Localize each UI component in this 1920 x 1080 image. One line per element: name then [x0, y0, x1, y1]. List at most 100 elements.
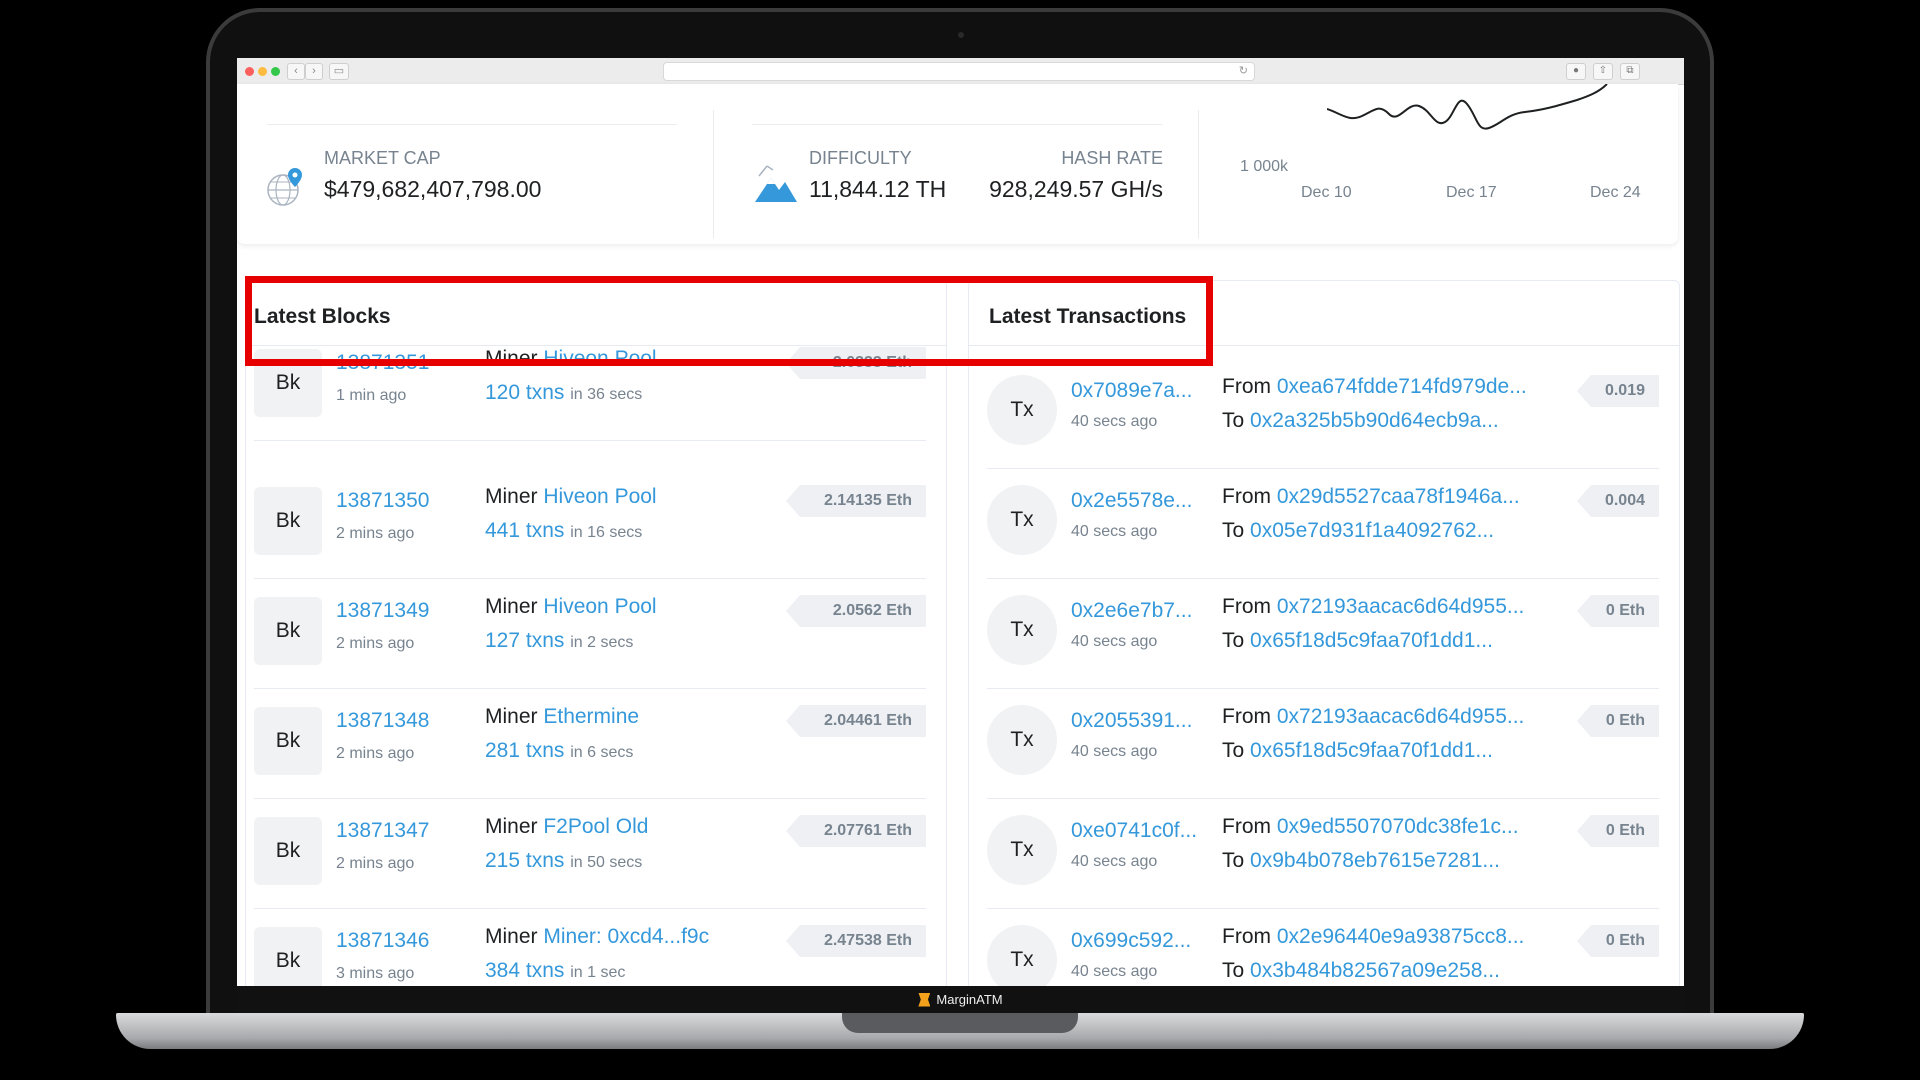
to-label: To	[1222, 959, 1245, 982]
download-icon[interactable]: ●	[1566, 63, 1586, 80]
transaction-row: Tx 0x7089e7a... 40 secs ago From 0xea674fdd…	[987, 359, 1659, 469]
miner-label: Miner	[485, 595, 538, 618]
transaction-value-badge: 0 Eth	[1577, 595, 1659, 627]
from-address-link[interactable]: 0x29d5527caa78f1946a...	[1277, 485, 1520, 508]
transaction-from: From 0x9ed5507070dc38fe1c...	[1222, 815, 1519, 839]
txns-link[interactable]: 384 txns	[485, 959, 564, 982]
to-label: To	[1222, 849, 1245, 872]
transaction-hash-link[interactable]: 0x7089e7a...	[1071, 379, 1192, 403]
miner-link[interactable]: Hiveon Pool	[543, 485, 656, 508]
transaction-age: 40 secs ago	[1071, 413, 1158, 430]
share-icon[interactable]: ⇧	[1593, 63, 1613, 80]
transaction-row: Tx 0x2055391... 40 secs ago From 0x72193aac…	[987, 689, 1659, 799]
to-label: To	[1222, 739, 1245, 762]
block-badge: Bk	[254, 487, 322, 555]
transaction-hash-link[interactable]: 0xe0741c0f...	[1071, 819, 1197, 843]
maximize-window-icon[interactable]	[271, 67, 280, 76]
txns-link[interactable]: 127 txns	[485, 629, 564, 652]
transaction-hash-link[interactable]: 0x2e6e7b7...	[1071, 599, 1192, 623]
hash-rate-label: HASH RATE	[1061, 148, 1163, 168]
from-address-link[interactable]: 0xea674fdde714fd979de...	[1277, 375, 1527, 398]
block-row: Bk 13871349 2 mins ago Miner Hiveon Pool 127…	[254, 579, 926, 689]
from-label: From	[1222, 375, 1271, 398]
block-row: Bk 13871350 2 mins ago Miner Hiveon Pool 441…	[254, 469, 926, 579]
block-reward-badge: 2.0562 Eth	[786, 595, 926, 627]
miner-label: Miner	[485, 815, 538, 838]
txns-link[interactable]: 120 txns	[485, 381, 564, 404]
transaction-from: From 0x2e96440e9a93875cc8...	[1222, 925, 1524, 949]
to-address-link[interactable]: 0x3b484b82567a09e258...	[1250, 959, 1500, 982]
block-badge: Bk	[254, 597, 322, 665]
block-miner: Miner F2Pool Old	[485, 815, 648, 839]
chart-x-tick: Dec 24	[1590, 184, 1641, 201]
miner-link[interactable]: Ethermine	[543, 705, 639, 728]
miner-label: Miner	[485, 925, 538, 948]
mountain-icon	[755, 165, 797, 202]
block-age: 3 mins ago	[336, 965, 415, 982]
brand-logo-icon	[918, 992, 931, 1007]
sidebar-icon[interactable]: ▭	[329, 63, 349, 80]
from-label: From	[1222, 595, 1271, 618]
miner-link[interactable]: Miner: 0xcd4...f9c	[543, 925, 709, 948]
transaction-from: From 0x72193aacac6d64d955...	[1222, 705, 1524, 729]
block-txns: 127 txns in 2 secs	[485, 629, 633, 653]
block-time: in 16 secs	[570, 524, 643, 541]
transaction-to: To 0x9b4b078eb7615e7281...	[1222, 849, 1500, 873]
miner-link[interactable]: F2Pool Old	[543, 815, 648, 838]
transaction-value-badge: 0.019	[1577, 375, 1659, 407]
block-reward-badge: 2.07761 Eth	[786, 815, 926, 847]
camera	[958, 32, 964, 38]
globe-icon	[267, 168, 302, 206]
brand-bar: MarginATM	[237, 986, 1684, 1013]
to-address-link[interactable]: 0x2a325b5b90d64ecb9a...	[1250, 409, 1499, 432]
back-icon[interactable]: ‹	[287, 63, 305, 80]
block-number-link[interactable]: 13871349	[336, 599, 429, 623]
transaction-row: Tx 0x2e6e7b7... 40 secs ago From 0x72193aac…	[987, 579, 1659, 689]
block-badge: Bk	[254, 817, 322, 885]
from-address-link[interactable]: 0x2e96440e9a93875cc8...	[1277, 925, 1525, 948]
transaction-to: To 0x65f18d5c9faa70f1dd1...	[1222, 629, 1493, 653]
tabs-icon[interactable]: ⧉	[1620, 63, 1640, 80]
block-time: in 2 secs	[570, 634, 634, 651]
to-address-link[interactable]: 0x65f18d5c9faa70f1dd1...	[1250, 739, 1493, 762]
block-txns: 120 txns in 36 secs	[485, 381, 642, 405]
address-bar[interactable]: ↻	[663, 62, 1255, 81]
transaction-row: Tx 0x699c592... 40 secs ago From 0x2e96440e…	[987, 909, 1659, 986]
from-address-link[interactable]: 0x9ed5507070dc38fe1c...	[1277, 815, 1519, 838]
block-number-link[interactable]: 13871350	[336, 489, 429, 513]
transaction-age: 40 secs ago	[1071, 523, 1158, 540]
txns-link[interactable]: 441 txns	[485, 519, 564, 542]
from-address-link[interactable]: 0x72193aacac6d64d955...	[1277, 595, 1525, 618]
transaction-badge: Tx	[987, 375, 1057, 445]
txns-link[interactable]: 281 txns	[485, 739, 564, 762]
transaction-age: 40 secs ago	[1071, 743, 1158, 760]
browser-toolbar: ‹ › ▭ ↻ ● ⇧ ⧉	[237, 58, 1684, 85]
block-row: Bk 13871347 2 mins ago Miner F2Pool Old 215 …	[254, 799, 926, 909]
reload-icon[interactable]: ↻	[1239, 64, 1248, 77]
from-address-link[interactable]: 0x72193aacac6d64d955...	[1277, 705, 1525, 728]
close-window-icon[interactable]	[245, 67, 254, 76]
block-miner: Miner Miner: 0xcd4...f9c	[485, 925, 709, 949]
block-number-link[interactable]: 13871348	[336, 709, 429, 733]
transaction-hash-link[interactable]: 0x2055391...	[1071, 709, 1192, 733]
transaction-badge: Tx	[987, 595, 1057, 665]
txns-link[interactable]: 215 txns	[485, 849, 564, 872]
forward-icon[interactable]: ›	[305, 63, 323, 80]
transaction-from: From 0xea674fdde714fd979de...	[1222, 375, 1527, 399]
transaction-hash-link[interactable]: 0x2e5578e...	[1071, 489, 1192, 513]
to-address-link[interactable]: 0x9b4b078eb7615e7281...	[1250, 849, 1500, 872]
to-address-link[interactable]: 0x65f18d5c9faa70f1dd1...	[1250, 629, 1493, 652]
block-age: 2 mins ago	[336, 525, 415, 542]
block-txns: 215 txns in 50 secs	[485, 849, 642, 873]
transaction-hash-link[interactable]: 0x699c592...	[1071, 929, 1191, 953]
divider	[267, 124, 677, 125]
block-number-link[interactable]: 13871346	[336, 929, 429, 953]
highlight-box	[245, 276, 1213, 366]
to-address-link[interactable]: 0x05e7d931f1a4092762...	[1250, 519, 1494, 542]
transaction-age: 40 secs ago	[1071, 853, 1158, 870]
block-txns: 281 txns in 6 secs	[485, 739, 633, 763]
minimize-window-icon[interactable]	[258, 67, 267, 76]
miner-link[interactable]: Hiveon Pool	[543, 595, 656, 618]
difficulty-value: 11,844.12 TH	[809, 176, 947, 202]
block-number-link[interactable]: 13871347	[336, 819, 429, 843]
